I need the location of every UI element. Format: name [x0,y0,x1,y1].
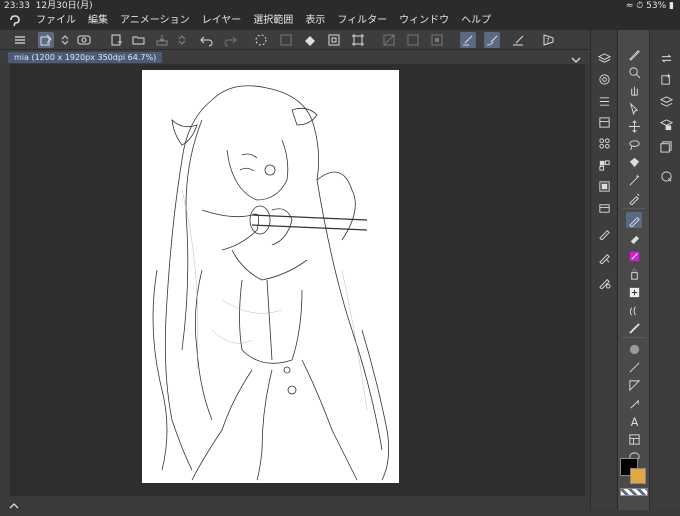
polygon-icon[interactable] [626,377,642,393]
menu-animation[interactable]: アニメーション [120,12,190,30]
eraser-stroke-icon[interactable] [510,32,526,48]
line-figure-icon[interactable] [626,359,642,375]
tool-divider [622,208,646,209]
eye-icon[interactable] [76,32,92,48]
history-icon[interactable] [596,178,612,194]
move-icon[interactable] [626,118,642,134]
stepper-icon-2[interactable] [174,32,190,48]
balloon-icon[interactable] [626,431,642,447]
crop-icon[interactable] [326,32,342,48]
zoom-icon[interactable] [626,64,642,80]
open-folder-icon[interactable] [131,32,147,48]
text-icon[interactable]: A [626,413,642,429]
left-strip [0,64,10,496]
menu-view[interactable]: 表示 [305,12,325,30]
magic-wand-icon[interactable] [626,172,642,188]
sub-tool-icon[interactable] [596,114,612,130]
layer-select-icon[interactable] [38,32,54,48]
status-time: 23:33 [4,1,30,11]
bucket-icon[interactable] [626,154,642,170]
new-layer-icon[interactable] [658,71,674,87]
navigator-icon[interactable] [596,71,612,87]
menu-help[interactable]: ヘルプ [461,12,491,30]
transform-icon[interactable] [278,32,294,48]
pen-settings-icon[interactable] [596,225,612,241]
battery-percent: 53% [646,1,667,11]
gallery-icon[interactable] [658,138,674,154]
undo-icon[interactable] [199,32,215,48]
menu-bar: ファイル 編集 アニメーション レイヤー 選択範囲 表示 フィルター ウィンドウ… [0,12,680,30]
invert-icon[interactable] [429,32,445,48]
svg-text:?: ? [546,37,550,45]
alarm-icon: ⏱ [636,1,644,11]
search-layer-icon[interactable] [658,168,674,184]
hand-icon[interactable] [626,82,642,98]
chevron-down-icon[interactable] [570,51,582,63]
brush-stroke-icon[interactable] [484,32,500,48]
wifi-icon: ≈ [625,1,634,11]
line-art-drawing [152,85,390,481]
document-tab[interactable]: mia (1200 x 1920px 350dpi 64.7%) [8,52,163,63]
hide-selection-icon[interactable] [381,32,397,48]
sync-icon[interactable] [658,50,674,66]
decoration-icon[interactable] [626,284,642,300]
document-tab-bar: mia (1200 x 1920px 350dpi 64.7%) [0,50,590,64]
spinner-icon[interactable] [253,32,269,48]
menu-selection[interactable]: 選択範囲 [253,12,293,30]
drawing-canvas[interactable] [142,70,399,483]
status-left: 23:33 12月30日(月) [4,0,93,12]
app-logo-icon[interactable] [8,14,22,28]
command-bar: ? [0,30,590,50]
status-bar: 23:33 12月30日(月) ≈ ⏱ 53% ▮ [0,0,680,12]
menu-layer[interactable]: レイヤー [202,12,242,30]
operation-icon[interactable] [626,100,642,116]
redo-icon[interactable] [222,32,238,48]
svg-text:A: A [630,416,638,428]
menu-edit[interactable]: 編集 [88,12,108,30]
layer-mask-icon[interactable] [658,116,674,132]
auto-action-icon[interactable] [596,200,612,216]
airbrush-icon[interactable] [626,248,642,264]
eraser-settings-icon[interactable] [596,274,612,290]
pen-icon[interactable] [626,212,642,228]
brush-settings-icon[interactable] [596,249,612,265]
chevron-up-icon[interactable] [8,497,20,509]
menu-filter[interactable]: フィルター [337,12,387,30]
color-set-icon[interactable] [596,157,612,173]
menu-window[interactable]: ウィンドウ [399,12,449,30]
new-page-icon[interactable] [108,32,124,48]
menu-file[interactable]: ファイル [36,12,76,30]
spray-icon[interactable] [626,266,642,282]
material-icon[interactable] [596,135,612,151]
status-date: 12月30日(月) [35,1,93,11]
menu-icon[interactable] [12,32,28,48]
frame-border-icon[interactable] [626,395,642,411]
palette-bar-left [590,30,616,510]
transparent-color-swatch[interactable] [620,488,648,496]
layer-property-icon[interactable] [596,93,612,109]
palette-bar-right [649,30,680,510]
help-icon[interactable]: ? [540,32,556,48]
pencil-icon[interactable] [626,46,642,62]
eyedropper-icon[interactable] [626,190,642,206]
eraser-icon[interactable] [626,230,642,246]
blend-icon[interactable] [626,302,642,318]
tool-palette: A [617,30,649,510]
lasso-icon[interactable] [626,136,642,152]
ruler-icon[interactable] [626,320,642,336]
layers-icon[interactable] [596,50,612,66]
bottom-bar [0,496,590,510]
sub-color-swatch[interactable] [630,468,646,484]
circle-figure-icon[interactable] [626,341,642,357]
status-right: ≈ ⏱ 53% ▮ [626,0,674,12]
pen-stroke-icon[interactable] [460,32,476,48]
tool-divider-2 [622,337,646,338]
deselect-icon[interactable] [405,32,421,48]
select-rect-icon[interactable] [350,32,366,48]
layer-stack-icon[interactable] [658,93,674,109]
stepper-icon[interactable] [57,32,73,48]
save-icon[interactable] [154,32,170,48]
fill-icon[interactable] [302,32,318,48]
battery-icon: ▮ [669,1,674,11]
